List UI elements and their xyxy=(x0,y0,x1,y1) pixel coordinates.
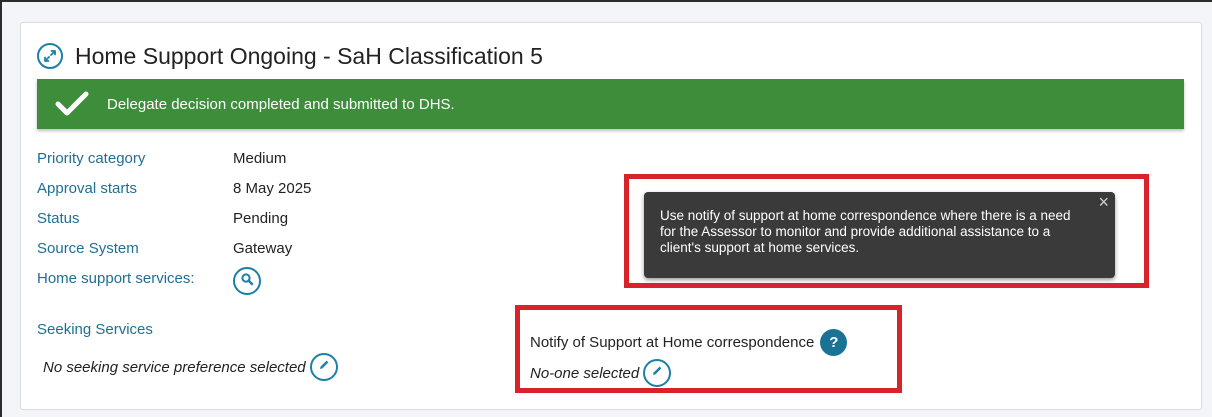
tooltip-highlight: Use notify of support at home correspond… xyxy=(624,174,1149,288)
detail-label: Status xyxy=(37,210,80,227)
detail-label: Approval starts xyxy=(37,180,138,197)
seeking-services-field: No seeking service preference selected xyxy=(43,353,338,381)
success-banner: Delegate decision completed and submitte… xyxy=(37,79,1184,129)
detail-label: Home support services: xyxy=(37,270,195,287)
seeking-services-value: No seeking service preference selected xyxy=(43,358,306,376)
tooltip-text: Use notify of support at home correspond… xyxy=(660,208,1071,255)
edit-seeking-button[interactable] xyxy=(309,353,338,381)
view-home-support-button[interactable] xyxy=(233,267,261,295)
magnifier-icon xyxy=(240,272,254,290)
classification-panel: Home Support Ongoing - SaH Classificatio… xyxy=(20,22,1202,410)
panel-title: Home Support Ongoing - SaH Classificatio… xyxy=(75,42,543,69)
detail-value: 8 May 2025 xyxy=(233,180,312,197)
question-icon[interactable]: ? xyxy=(820,329,848,356)
window-frame: Home Support Ongoing - SaH Classificatio… xyxy=(0,0,1212,417)
notify-highlight: Notify of Support at Home correspondence… xyxy=(515,305,902,393)
detail-value: Pending xyxy=(233,210,289,227)
collapse-arrows-icon[interactable] xyxy=(37,43,63,69)
detail-value: Gateway xyxy=(233,240,293,257)
detail-value: Medium xyxy=(233,150,287,167)
notify-field: No-one selected xyxy=(530,359,672,387)
help-tooltip: Use notify of support at home correspond… xyxy=(644,192,1115,278)
notify-field-label: Notify of Support at Home correspondence… xyxy=(530,329,848,356)
close-icon[interactable]: × xyxy=(1098,193,1109,211)
checkmark-icon xyxy=(37,91,107,117)
seeking-services-label: Seeking Services xyxy=(37,321,153,338)
edit-notify-button[interactable] xyxy=(643,359,672,387)
notify-label: Notify of Support at Home correspondence xyxy=(530,334,815,351)
pencil-icon xyxy=(650,364,664,382)
detail-label: Priority category xyxy=(37,150,146,167)
banner-message: Delegate decision completed and submitte… xyxy=(107,95,455,113)
notify-value: No-one selected xyxy=(530,364,640,382)
detail-label: Source System xyxy=(37,240,139,257)
pencil-icon xyxy=(317,358,331,376)
panel-header: Home Support Ongoing - SaH Classificatio… xyxy=(37,39,543,73)
